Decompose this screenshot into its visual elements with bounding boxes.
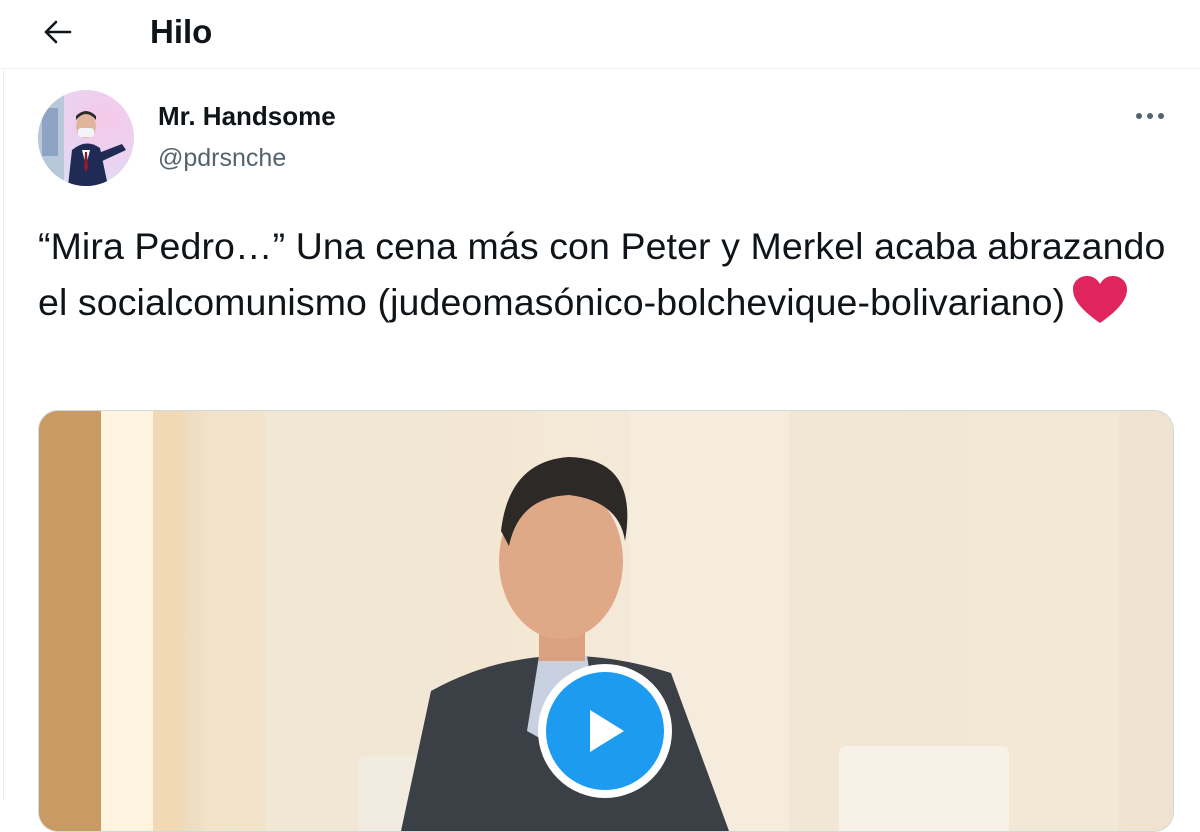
- play-button-circle: [546, 672, 664, 790]
- more-dots-icon: [1136, 113, 1164, 119]
- thread-header: Hilo: [0, 0, 1200, 69]
- avatar[interactable]: [38, 90, 134, 186]
- play-icon: [590, 710, 624, 752]
- play-button[interactable]: [538, 664, 672, 798]
- page-title: Hilo: [150, 13, 213, 50]
- left-border: [3, 0, 4, 800]
- avatar-image: [38, 90, 134, 186]
- tweet-text: “Mira Pedro…” Una cena más con Peter y M…: [38, 218, 1188, 340]
- back-button[interactable]: [34, 12, 82, 52]
- more-options-button[interactable]: [1128, 100, 1172, 132]
- tweet-body: “Mira Pedro…” Una cena más con Peter y M…: [38, 225, 1166, 323]
- author-handle[interactable]: @pdrsnche: [158, 142, 286, 174]
- arrow-left-icon: [44, 20, 72, 44]
- red-heart-icon: [1071, 275, 1129, 340]
- author-name[interactable]: Mr. Handsome: [158, 100, 336, 132]
